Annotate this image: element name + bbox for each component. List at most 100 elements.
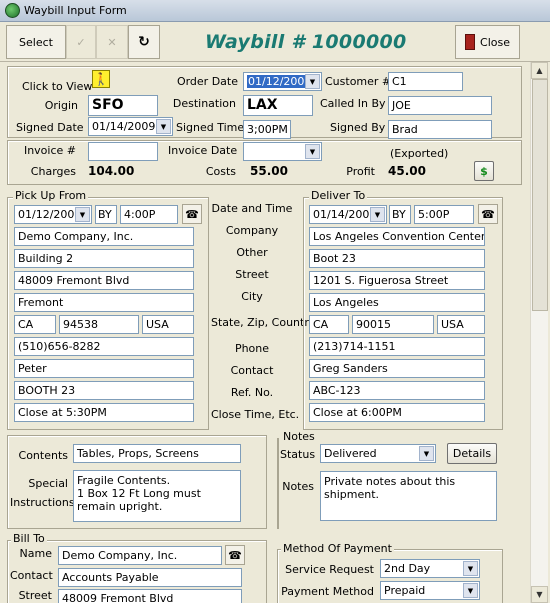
notes-field[interactable]: Private notes about this shipment. xyxy=(320,471,497,521)
chevron-down-icon[interactable]: ▼ xyxy=(305,144,320,159)
pickup-other-field[interactable]: Building 2 xyxy=(14,249,194,268)
payment-method-label: Payment Method xyxy=(281,585,374,598)
chevron-down-icon[interactable]: ▼ xyxy=(75,207,90,222)
special-instructions-field[interactable]: Fragile Contents. 1 Box 12 Ft Long must … xyxy=(73,470,241,522)
payment-title: Method Of Payment xyxy=(281,542,394,555)
scroll-thumb[interactable] xyxy=(532,79,548,311)
vertical-scrollbar[interactable]: ▲ ▼ xyxy=(530,62,548,603)
invoice-date-field[interactable]: ▼ xyxy=(243,142,322,161)
pickup-city-field[interactable]: Fremont xyxy=(14,293,194,312)
bill-street-field[interactable]: 48009 Fremont Blvd xyxy=(58,589,242,603)
costs-value: 55.00 xyxy=(250,164,288,178)
pickup-address-book-button[interactable]: ☎ xyxy=(182,204,202,224)
bill-contact-field[interactable]: Accounts Payable xyxy=(58,568,242,587)
service-request-select[interactable]: 2nd Day ▼ xyxy=(380,559,480,578)
deliver-time-field[interactable]: 5:00P xyxy=(414,205,474,224)
order-date-label: Order Date xyxy=(176,75,238,88)
pickup-company-field[interactable]: Demo Company, Inc. xyxy=(14,227,194,246)
pickup-phone-field[interactable]: (510)656-8282 xyxy=(14,337,194,356)
window-title: Waybill Input Form xyxy=(24,4,127,17)
signed-by-field[interactable]: Brad xyxy=(388,120,492,139)
deliver-country-field[interactable]: USA xyxy=(437,315,485,334)
costs-label: Costs xyxy=(205,165,236,178)
contents-label: Contents xyxy=(18,449,68,462)
scroll-down-icon[interactable]: ▼ xyxy=(531,586,548,603)
notes-label: Notes xyxy=(282,480,314,493)
order-date-field[interactable]: 01/12/2009 ▼ xyxy=(243,72,322,91)
select-button[interactable]: Select xyxy=(6,25,66,59)
chevron-down-icon[interactable]: ▼ xyxy=(370,207,385,222)
pickup-date-field[interactable]: 01/12/2009 ▼ xyxy=(14,205,92,224)
dollar-icon: $ xyxy=(480,164,488,178)
status-select[interactable]: Delivered ▼ xyxy=(320,444,436,463)
bill-name-label: Name xyxy=(19,547,52,560)
bill-name-field[interactable]: Demo Company, Inc. xyxy=(58,546,222,565)
signed-date-label: Signed Date xyxy=(16,121,84,134)
customer-field[interactable]: C1 xyxy=(388,72,463,91)
signed-time-field[interactable]: 3;00PM xyxy=(243,120,291,139)
deliver-date-field[interactable]: 01/14/2009 ▼ xyxy=(309,205,387,224)
view-document-icon[interactable]: 🚶 xyxy=(92,70,110,88)
chevron-down-icon[interactable]: ▼ xyxy=(463,583,478,598)
pickup-ref-field[interactable]: BOOTH 23 xyxy=(14,381,194,400)
notes-section xyxy=(277,438,279,529)
signed-date-field[interactable]: 01/14/2009 ▼ xyxy=(88,117,173,136)
origin-field[interactable]: SFO xyxy=(88,95,158,116)
deliver-company-field[interactable]: Los Angeles Convention Center xyxy=(309,227,485,246)
origin-label: Origin xyxy=(44,99,78,112)
chevron-down-icon[interactable]: ▼ xyxy=(156,119,171,134)
pickup-by-field[interactable]: BY xyxy=(95,205,117,224)
refresh-button[interactable]: ↻ xyxy=(128,25,160,59)
phone-book-icon: ☎ xyxy=(185,207,199,221)
confirm-button[interactable]: ✓ xyxy=(66,25,96,59)
payment-method-select[interactable]: Prepaid ▼ xyxy=(380,581,480,600)
chevron-down-icon[interactable]: ▼ xyxy=(419,446,434,461)
pickup-time-field[interactable]: 4:00P xyxy=(120,205,178,224)
deliver-phone-field[interactable]: (213)714-1151 xyxy=(309,337,485,356)
bill-address-book-button[interactable]: ☎ xyxy=(225,545,245,565)
pickup-contact-field[interactable]: Peter xyxy=(14,359,194,378)
destination-field[interactable]: LAX xyxy=(243,95,313,116)
company-label: Company xyxy=(225,224,279,237)
pickup-close-field[interactable]: Close at 5:30PM xyxy=(14,403,194,422)
service-request-label: Service Request xyxy=(285,563,374,576)
status-label: Status xyxy=(280,448,316,461)
deliver-other-field[interactable]: Boot 23 xyxy=(309,249,485,268)
pickup-street-field[interactable]: 48009 Fremont Blvd xyxy=(14,271,194,290)
title-bar: Waybill Input Form xyxy=(0,0,550,22)
chevron-down-icon[interactable]: ▼ xyxy=(305,74,320,89)
deliver-city-field[interactable]: Los Angeles xyxy=(309,293,485,312)
deliver-street-field[interactable]: 1201 S. Figuerosa Street xyxy=(309,271,485,290)
refresh-icon: ↻ xyxy=(138,34,150,50)
invoice-field[interactable] xyxy=(88,142,158,161)
dollar-button[interactable]: $ xyxy=(474,161,494,181)
pickup-title: Pick Up From xyxy=(13,189,89,202)
deliver-zip-field[interactable]: 90015 xyxy=(352,315,434,334)
deliver-close-field[interactable]: Close at 6:00PM xyxy=(309,403,485,422)
delete-button[interactable]: ✕ xyxy=(96,25,128,59)
pickup-country-field[interactable]: USA xyxy=(142,315,194,334)
deliver-state-field[interactable]: CA xyxy=(309,315,349,334)
form-content: Click to View 🚶 Order Date 01/12/2009 ▼ C… xyxy=(0,62,530,603)
details-button[interactable]: Details xyxy=(447,443,497,464)
deliver-address-book-button[interactable]: ☎ xyxy=(478,204,498,224)
deliver-contact-field[interactable]: Greg Sanders xyxy=(309,359,485,378)
signed-by-label: Signed By xyxy=(330,121,386,134)
close-button[interactable]: Close xyxy=(455,25,520,59)
contents-field[interactable]: Tables, Props, Screens xyxy=(73,444,241,463)
exported-status: (Exported) xyxy=(390,147,449,160)
deliver-ref-field[interactable]: ABC-123 xyxy=(309,381,485,400)
chevron-down-icon[interactable]: ▼ xyxy=(463,561,478,576)
pickup-zip-field[interactable]: 94538 xyxy=(59,315,139,334)
state-zip-country-label: State, Zip, Country xyxy=(211,316,316,329)
customer-label: Customer # xyxy=(325,75,392,88)
special-label-line1: Special xyxy=(28,477,68,490)
contact-label: Contact xyxy=(230,364,274,377)
other-label: Other xyxy=(236,246,268,259)
scroll-up-icon[interactable]: ▲ xyxy=(531,62,548,79)
deliver-by-field[interactable]: BY xyxy=(389,205,411,224)
pickup-state-field[interactable]: CA xyxy=(14,315,56,334)
called-by-field[interactable]: JOE xyxy=(388,96,492,115)
profit-label: Profit xyxy=(346,165,375,178)
special-label-line2: Instructions xyxy=(10,496,75,509)
